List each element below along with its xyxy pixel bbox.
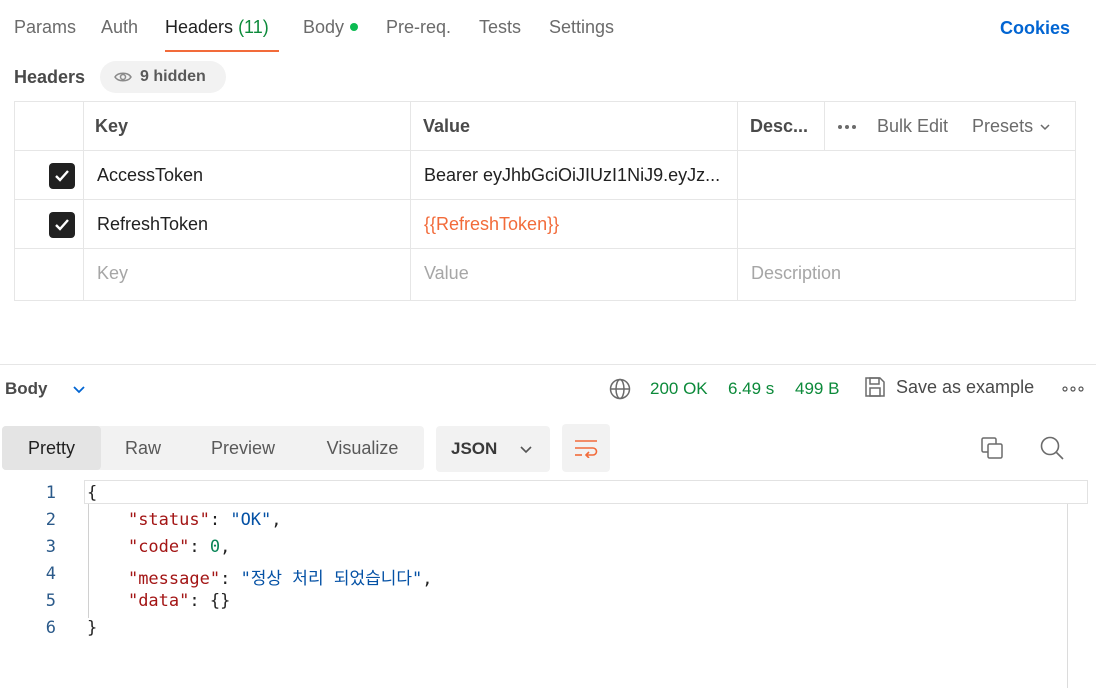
check-icon <box>55 219 69 231</box>
row-enable-checkbox[interactable] <box>49 200 75 249</box>
status-code[interactable]: 200 OK <box>650 379 708 399</box>
json-key: "data" <box>127 591 190 611</box>
tab-pretty[interactable]: Pretty <box>2 426 101 470</box>
search-button[interactable] <box>1038 434 1066 462</box>
response-time[interactable]: 6.49 s <box>728 379 774 399</box>
new-value-input[interactable]: Value <box>424 249 469 298</box>
save-as-example-label: Save as example <box>896 376 1035 397</box>
eye-icon <box>114 72 132 82</box>
copy-button[interactable] <box>978 434 1006 462</box>
header-value-cell[interactable]: {{RefreshToken}} <box>424 200 559 249</box>
hidden-headers-toggle[interactable]: 9 hidden <box>100 61 226 93</box>
tab-settings[interactable]: Settings <box>549 17 614 38</box>
copy-icon <box>981 437 1003 459</box>
table-actions: Bulk Edit Presets <box>837 102 1051 151</box>
json-object: {} <box>209 591 231 611</box>
code-line: "status": "OK", <box>127 510 282 530</box>
response-size[interactable]: 499 B <box>795 379 839 399</box>
tab-preview[interactable]: Preview <box>185 426 301 470</box>
current-line-highlight <box>84 480 1088 504</box>
chevron-down-icon <box>1040 123 1050 130</box>
tab-headers[interactable]: Headers (11) <box>165 17 269 38</box>
table-row-new: Key Value Description <box>15 249 1075 298</box>
header-key-cell[interactable]: RefreshToken <box>97 200 208 249</box>
chevron-down-icon <box>72 385 85 393</box>
line-number: 5 <box>45 591 56 611</box>
line-number: 6 <box>45 618 56 638</box>
search-icon <box>1040 436 1064 460</box>
tab-params[interactable]: Params <box>14 17 76 38</box>
column-header-description: Desc... <box>750 116 809 136</box>
header-description-cell[interactable] <box>738 151 1075 200</box>
header-description-cell[interactable] <box>738 200 1075 249</box>
tab-headers-count: (11) <box>238 17 269 37</box>
code-line: "message": "정상 처리 되었습니다", <box>127 569 433 589</box>
line-number: 2 <box>45 510 56 530</box>
row-enable-checkbox[interactable] <box>49 151 75 200</box>
check-icon <box>55 170 69 182</box>
json-number: 0 <box>209 537 221 557</box>
code-line: { <box>87 483 97 503</box>
tab-body-label: Body <box>303 17 345 37</box>
json-brace: { <box>87 483 98 503</box>
table-header-row: Key Value Desc... Bulk Edit Presets <box>15 102 1075 151</box>
table-row: RefreshToken {{RefreshToken}} <box>15 200 1075 249</box>
more-options-icon[interactable] <box>1062 386 1084 392</box>
request-tabs: Params Auth Headers (11) Body Pre-req. T… <box>0 0 1096 56</box>
code-line: "code": 0, <box>127 537 231 557</box>
tab-auth[interactable]: Auth <box>101 17 138 38</box>
checkbox-checked <box>49 162 75 189</box>
tab-raw[interactable]: Raw <box>101 426 185 470</box>
save-as-example-button[interactable]: Save as example <box>864 376 1034 398</box>
column-header-key: Key <box>95 116 129 136</box>
modified-dot-icon <box>350 23 359 31</box>
response-body-label: Body <box>5 379 48 398</box>
editor-scroll-edge <box>1067 504 1068 688</box>
tab-visualize[interactable]: Visualize <box>301 426 424 470</box>
new-key-input[interactable]: Key <box>97 249 128 298</box>
tab-headers-label: Headers <box>165 17 234 37</box>
column-header-value: Value <box>423 116 471 136</box>
presets-dropdown[interactable]: Presets <box>972 116 1033 137</box>
checkbox-checked <box>49 211 75 238</box>
tab-body[interactable]: Body <box>303 17 359 38</box>
format-select[interactable]: JSON <box>436 426 550 472</box>
json-key: "status" <box>127 510 210 530</box>
response-view-tabs: Pretty Raw Preview Visualize <box>2 426 424 470</box>
globe-icon[interactable] <box>609 378 631 400</box>
headers-table: Key Value Desc... Bulk Edit Presets Acce… <box>14 101 1076 301</box>
headers-title: Headers <box>14 67 86 87</box>
tab-prereq[interactable]: Pre-req. <box>386 17 451 38</box>
code-line: "data": {} <box>127 591 231 611</box>
response-body-toggle[interactable]: Body <box>5 379 86 399</box>
json-string: "OK" <box>230 510 272 530</box>
line-number: 3 <box>45 537 56 557</box>
format-label: JSON <box>451 439 498 458</box>
chevron-down-icon <box>520 445 532 453</box>
save-icon <box>865 377 885 397</box>
new-description-input[interactable]: Description <box>751 249 841 298</box>
line-number: 1 <box>45 483 56 503</box>
bulk-edit-button[interactable]: Bulk Edit <box>877 116 948 137</box>
wrap-lines-icon <box>575 440 598 458</box>
response-body-editor[interactable]: 1 2 3 4 5 6 { "status": "OK", "code": 0,… <box>0 480 1096 688</box>
header-value-cell[interactable]: Bearer eyJhbGciOiJIUzI1NiJ9.eyJz... <box>424 151 734 200</box>
json-string: "정상 처리 되었습니다" <box>240 569 423 589</box>
wrap-lines-button[interactable] <box>562 424 610 472</box>
code-line: } <box>87 618 97 638</box>
cookies-link[interactable]: Cookies <box>1000 18 1070 39</box>
line-number: 4 <box>45 564 56 584</box>
json-key: "message" <box>127 569 221 589</box>
section-divider <box>0 364 1096 365</box>
more-options-icon[interactable] <box>837 124 857 130</box>
active-tab-indicator <box>165 50 279 52</box>
table-row: AccessToken Bearer eyJhbGciOiJIUzI1NiJ9.… <box>15 151 1075 200</box>
header-key-cell[interactable]: AccessToken <box>97 151 203 200</box>
hidden-count: 9 hidden <box>140 68 206 85</box>
json-key: "code" <box>127 537 190 557</box>
tab-tests[interactable]: Tests <box>479 17 521 38</box>
json-brace: } <box>87 618 98 638</box>
